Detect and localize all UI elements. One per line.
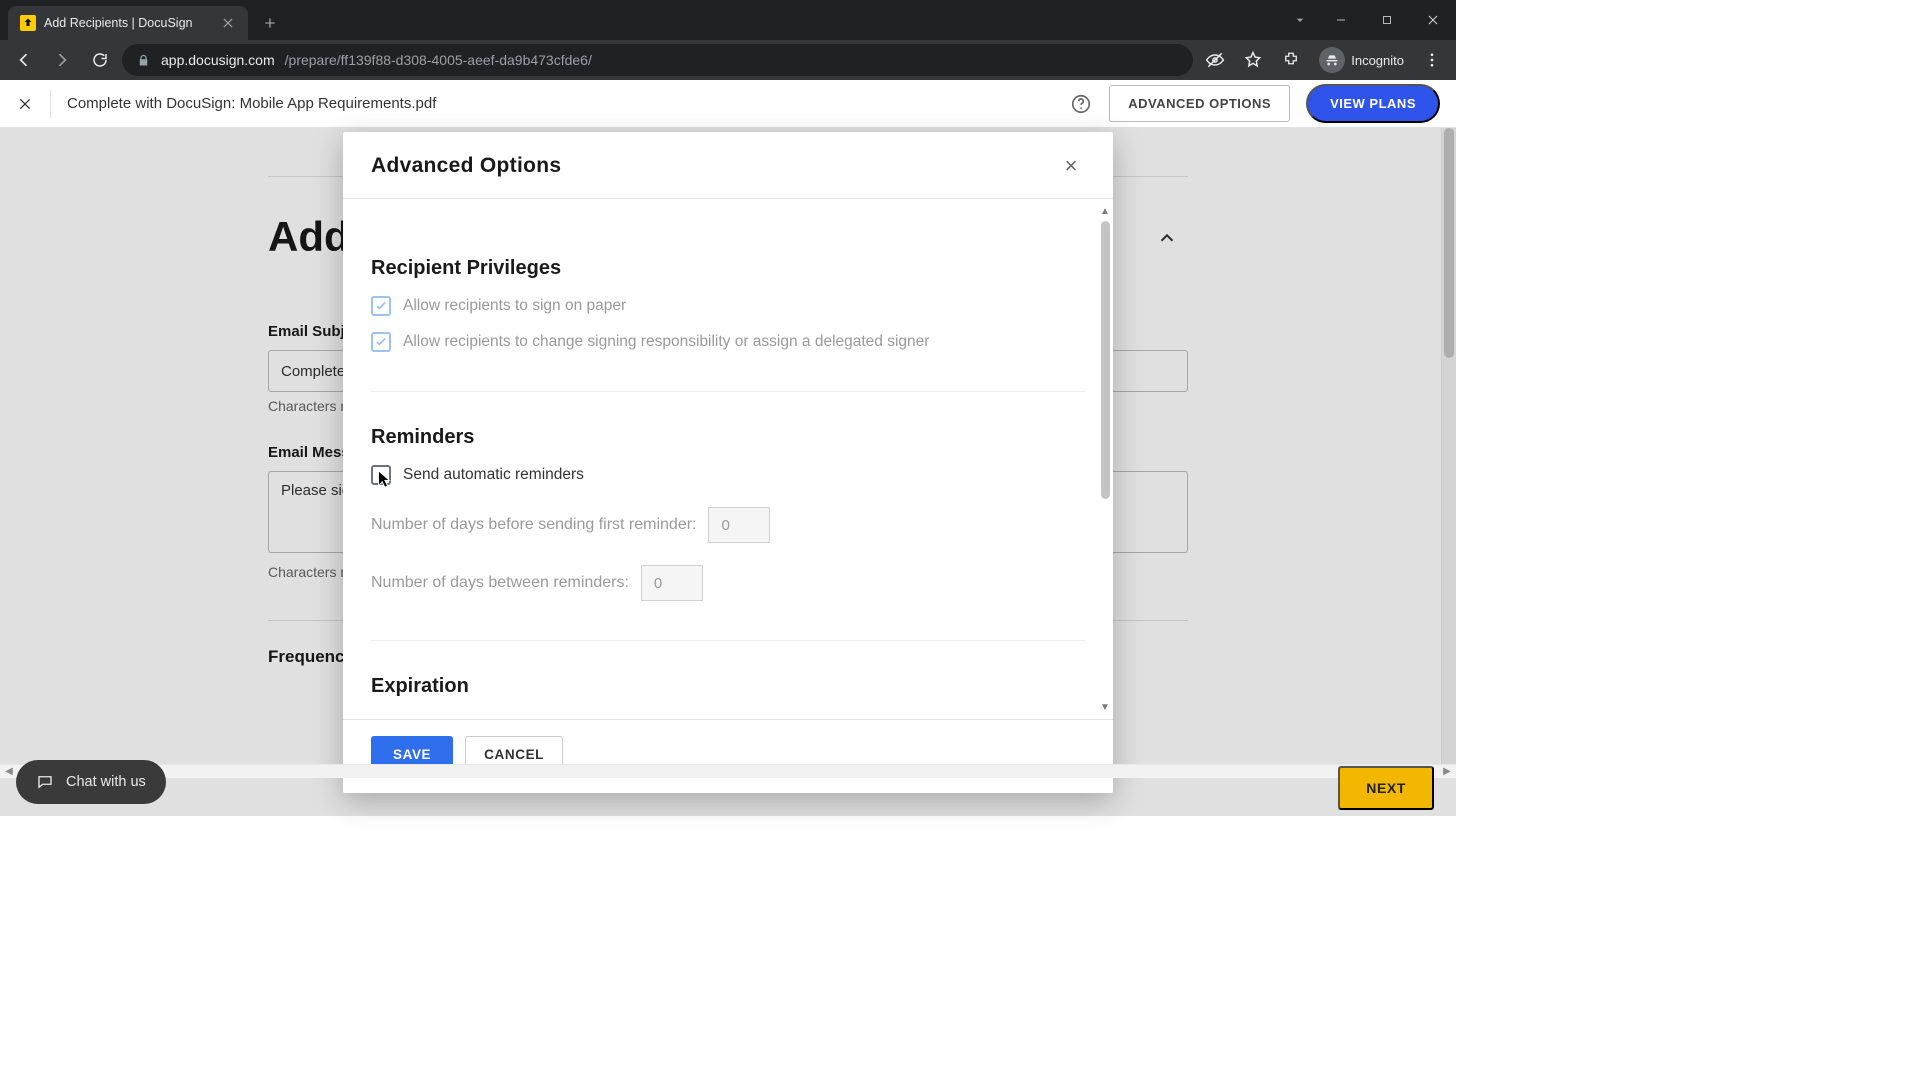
window-minimize-icon[interactable]: [1318, 4, 1364, 36]
view-plans-button[interactable]: VIEW PLANS: [1306, 84, 1440, 123]
modal-title: Advanced Options: [371, 154, 561, 178]
incognito-label: Incognito: [1351, 53, 1404, 68]
days-between-reminders-input[interactable]: [641, 565, 703, 601]
field-label: Number of days between reminders:: [371, 574, 629, 592]
secure-lock-icon: [136, 53, 151, 68]
reminders-heading: Reminders: [371, 426, 1085, 449]
allow-change-responsibility-option[interactable]: Allow recipients to change signing respo…: [371, 332, 1085, 352]
extensions-icon[interactable]: [1275, 44, 1307, 76]
modal-close-icon[interactable]: ×: [1057, 152, 1085, 180]
document-title: Complete with DocuSign: Mobile App Requi…: [67, 95, 436, 112]
help-icon[interactable]: [1069, 92, 1093, 116]
page-horizontal-scrollbar[interactable]: ◀ ▶: [0, 764, 1456, 778]
days-before-first-reminder-input[interactable]: [708, 507, 770, 543]
chat-icon: [36, 773, 54, 791]
scroll-down-icon[interactable]: ▼: [1099, 701, 1111, 713]
url-path: /prepare/ff139f88-d308-4005-aeef-da9b473…: [285, 52, 592, 68]
scroll-up-icon[interactable]: ▲: [1099, 205, 1111, 217]
option-label: Allow recipients to sign on paper: [403, 297, 626, 315]
option-label: Send automatic reminders: [403, 466, 584, 484]
nav-reload-icon[interactable]: [84, 44, 116, 76]
option-label: Allow recipients to change signing respo…: [403, 333, 929, 351]
scroll-left-icon[interactable]: ◀: [2, 765, 16, 779]
docusign-favicon: [20, 15, 36, 31]
modal-scrollbar-thumb[interactable]: [1101, 221, 1110, 499]
checkbox-checked-icon: [371, 332, 391, 352]
window-close-icon[interactable]: [1410, 4, 1456, 36]
bookmark-star-icon[interactable]: [1237, 44, 1269, 76]
allow-sign-on-paper-option[interactable]: Allow recipients to sign on paper: [371, 296, 1085, 316]
checkbox-checked-icon: [371, 296, 391, 316]
days-between-reminders-row: Number of days between reminders:: [371, 565, 1085, 601]
days-before-first-reminder-row: Number of days before sending first remi…: [371, 507, 1085, 543]
checkbox-unchecked-icon: [371, 465, 391, 485]
incognito-icon: [1319, 47, 1345, 73]
page-body: Add Email Subje Characters re Email Mess…: [0, 128, 1456, 816]
browser-tab-strip: Add Recipients | DocuSign: [0, 0, 1456, 40]
scroll-right-icon[interactable]: ▶: [1440, 765, 1454, 779]
recipient-privileges-heading: Recipient Privileges: [371, 257, 1085, 280]
new-tab-button[interactable]: [256, 9, 284, 37]
send-automatic-reminders-option[interactable]: Send automatic reminders: [371, 465, 1085, 485]
expiration-heading: Expiration: [371, 675, 1085, 698]
next-button[interactable]: NEXT: [1338, 766, 1434, 810]
advanced-options-button[interactable]: ADVANCED OPTIONS: [1109, 85, 1290, 122]
field-label: Number of days before sending first remi…: [371, 516, 696, 534]
nav-back-icon[interactable]: [8, 44, 40, 76]
close-prepare-icon[interactable]: [16, 95, 34, 113]
url-host: app.docusign.com: [161, 52, 275, 68]
tab-close-icon[interactable]: [220, 15, 236, 31]
advanced-options-modal: Advanced Options × ▲ ▼ Recipient Privile…: [343, 132, 1113, 793]
window-maximize-icon[interactable]: [1364, 4, 1410, 36]
address-bar[interactable]: app.docusign.com/prepare/ff139f88-d308-4…: [122, 44, 1193, 76]
eye-blocked-icon[interactable]: [1199, 44, 1231, 76]
browser-tab[interactable]: Add Recipients | DocuSign: [8, 6, 248, 40]
modal-scrollbar[interactable]: ▲ ▼: [1099, 205, 1111, 713]
chat-label: Chat with us: [66, 774, 146, 790]
tab-title: Add Recipients | DocuSign: [44, 16, 212, 30]
app-header: Complete with DocuSign: Mobile App Requi…: [0, 80, 1456, 128]
incognito-indicator[interactable]: Incognito: [1313, 47, 1410, 73]
browser-toolbar: app.docusign.com/prepare/ff139f88-d308-4…: [0, 40, 1456, 80]
tabs-dropdown-icon[interactable]: [1282, 4, 1318, 36]
chat-with-us-button[interactable]: Chat with us: [16, 760, 166, 804]
divider: [50, 90, 51, 118]
nav-forward-icon: [46, 44, 78, 76]
browser-menu-icon[interactable]: [1416, 44, 1448, 76]
